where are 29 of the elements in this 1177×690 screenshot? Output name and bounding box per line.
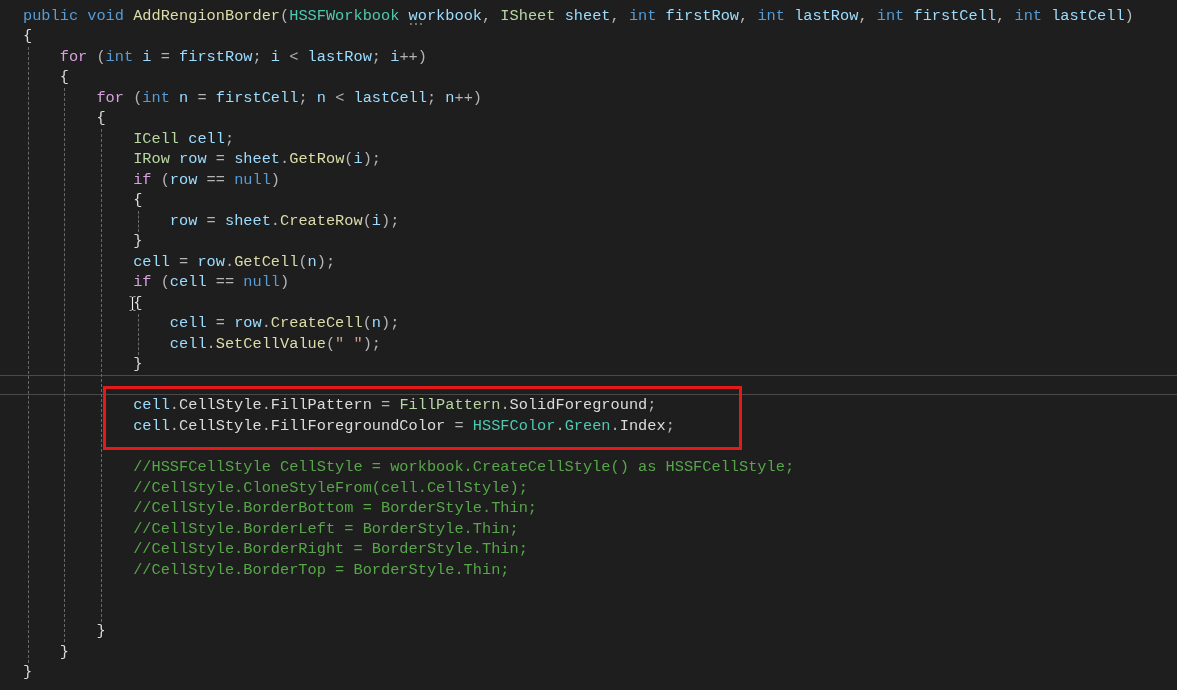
code-line: row = sheet.CreateRow(i); xyxy=(169,210,400,232)
code-line: { xyxy=(133,292,143,314)
code-line: } xyxy=(23,662,33,683)
code-line: { xyxy=(96,108,106,129)
code-line: ICell cell; xyxy=(133,128,235,150)
code-line: { xyxy=(59,67,69,88)
code-line: } xyxy=(133,231,143,252)
code-line: //CellStyle.BorderTop = BorderStyle.Thin; xyxy=(133,559,510,581)
code-line: //CellStyle.BorderRight = BorderStyle.Thin; xyxy=(133,539,528,560)
code-line: //CellStyle.BorderLeft = BorderStyle.Thin; xyxy=(133,518,519,540)
code-line: } xyxy=(96,621,106,642)
code-line: //CellStyle.CloneStyleFrom(cell.CellStyle); xyxy=(133,477,528,499)
code-line: if (cell == null) xyxy=(133,272,290,293)
code-line: IRow row = sheet.GetRow(i); xyxy=(133,149,382,170)
code-line: public void AddRengionBorder(HSSFWorkbook workbook, ISheet sheet, int firstRow, int lastRow, int firstCell, int lastCell) xyxy=(23,5,1134,27)
code-line: //CellStyle.BorderBottom = BorderStyle.Thin; xyxy=(133,498,538,519)
code-line: { xyxy=(23,26,33,47)
code-line: cell = row.CreateCell(n); xyxy=(169,313,400,334)
code-line: cell.CellStyle.FillForegroundColor = HSSFColor.Green.Index; xyxy=(133,416,675,437)
code-line: } xyxy=(59,641,69,663)
code-line: cell.SetCellValue(" "); xyxy=(169,333,381,355)
code-line: { xyxy=(133,190,143,211)
code-line: if (row == null) xyxy=(133,169,281,191)
code-line: cell = row.GetCell(n); xyxy=(133,251,336,273)
code-line: for (int n = firstCell; n < lastCell; n++) xyxy=(96,87,483,109)
code-line: for (int i = firstRow; i < lastRow; i++) xyxy=(59,46,427,68)
code-line: } xyxy=(133,354,143,375)
code-line: //HSSFCellStyle CellStyle = workbook.CreateCellStyle() as HSSFCellStyle; xyxy=(133,457,795,478)
code-line: cell.CellStyle.FillPattern = FillPattern.SolidForeground; xyxy=(133,395,657,416)
